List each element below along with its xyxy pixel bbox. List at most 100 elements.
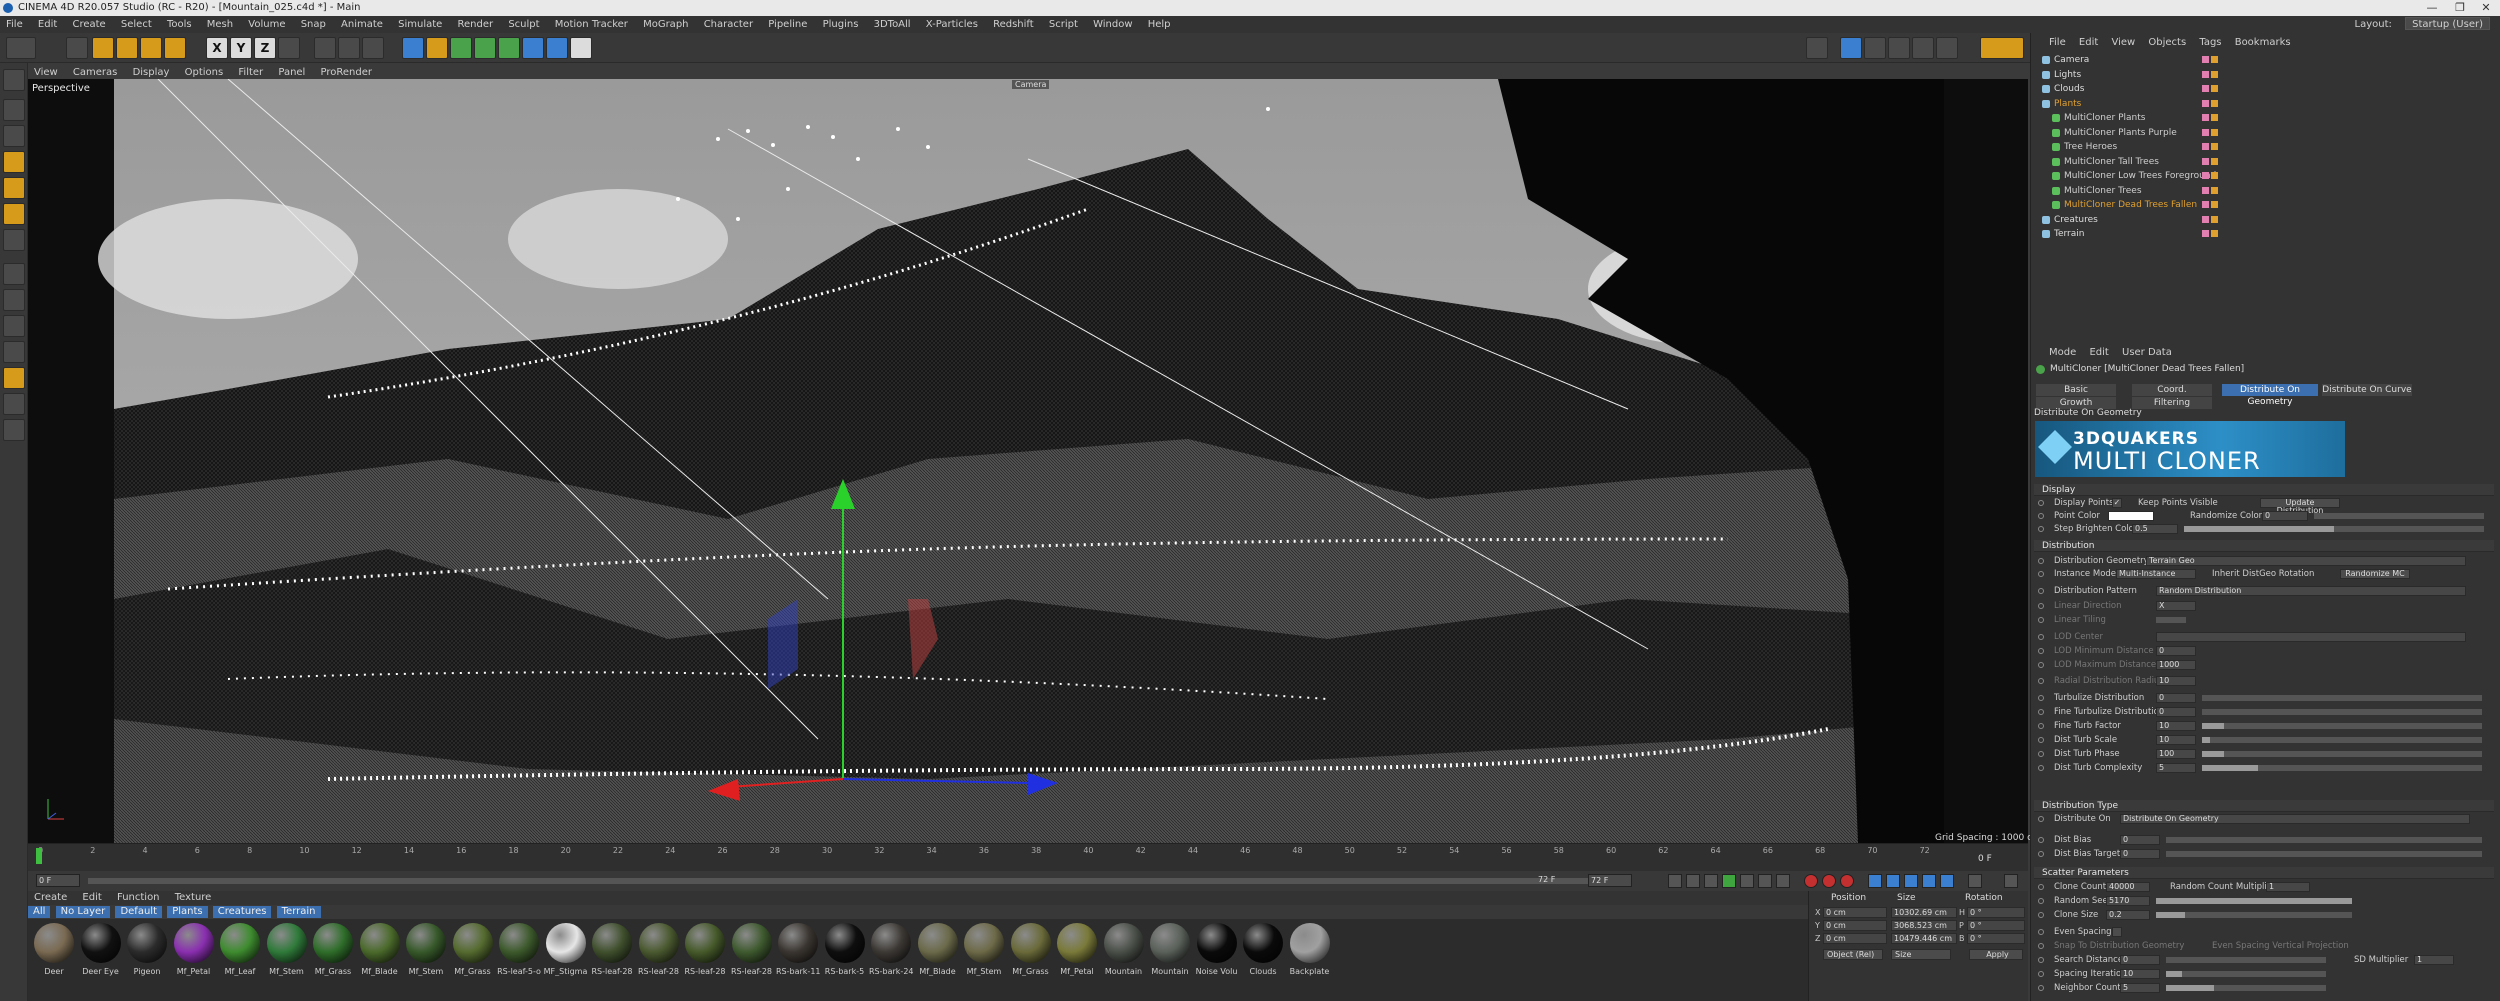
randomize-mc-button[interactable]: Randomize MC bbox=[2340, 569, 2410, 579]
visibility-dot-icon[interactable] bbox=[2211, 99, 2218, 107]
object-row[interactable]: MultiCloner Plants Purple bbox=[2034, 126, 2484, 140]
object-row[interactable]: Camera bbox=[2034, 53, 2484, 67]
fine-turb-factor-field[interactable]: 10 bbox=[2156, 721, 2196, 731]
z-axis-lock-icon[interactable]: Z bbox=[254, 37, 276, 59]
menu-3dtoall[interactable]: 3DToAll bbox=[868, 16, 917, 33]
material-item[interactable]: Mf_Stem bbox=[404, 923, 448, 983]
material-item[interactable]: Mf_Grass bbox=[311, 923, 355, 983]
step-brighten-field[interactable]: 0.5 bbox=[2132, 524, 2178, 534]
object-name[interactable]: MultiCloner Plants Purple bbox=[2064, 126, 2177, 140]
distribution-geometry-field[interactable]: Terrain Geo bbox=[2146, 556, 2466, 566]
quantize-icon[interactable] bbox=[1888, 37, 1910, 59]
parameter-key-icon[interactable] bbox=[1922, 874, 1936, 888]
viewport-solo-icon[interactable] bbox=[3, 315, 25, 337]
object-name[interactable]: MultiCloner Low Trees Foreground bbox=[2064, 169, 2216, 183]
layer-color-swatch[interactable] bbox=[2202, 186, 2209, 194]
spacing-iterations-slider[interactable] bbox=[2166, 971, 2326, 977]
object-name[interactable]: MultiCloner Dead Trees Fallen bbox=[2064, 198, 2197, 212]
layer-color-swatch[interactable] bbox=[2202, 70, 2209, 78]
visibility-dot-icon[interactable] bbox=[2211, 186, 2218, 194]
menu-select[interactable]: Select bbox=[115, 16, 158, 33]
enable-axis-icon[interactable] bbox=[3, 263, 25, 285]
render-picture-viewer-icon[interactable] bbox=[338, 37, 360, 59]
object-row[interactable]: MultiCloner Dead Trees Fallen bbox=[2034, 198, 2484, 212]
go-to-start-icon[interactable] bbox=[1668, 874, 1682, 888]
dist-turb-scale-field[interactable]: 10 bbox=[2156, 735, 2196, 745]
menu-plugins[interactable]: Plugins bbox=[817, 16, 865, 33]
tab-coord[interactable]: Coord. bbox=[2132, 384, 2212, 396]
material-item[interactable]: RS-bark-11 bbox=[776, 923, 820, 983]
layer-color-swatch[interactable] bbox=[2202, 99, 2209, 107]
clone-size-slider[interactable] bbox=[2156, 912, 2352, 918]
size-mode-select[interactable]: Size bbox=[1891, 949, 1951, 960]
search-distance-slider[interactable] bbox=[2166, 957, 2326, 963]
fine-turbulize-field[interactable]: 0 bbox=[2156, 707, 2196, 717]
dist-bias-slider[interactable] bbox=[2166, 837, 2482, 843]
object-name[interactable]: MultiCloner Plants bbox=[2064, 111, 2145, 125]
layer-color-swatch[interactable] bbox=[2202, 114, 2209, 121]
size-y-field[interactable]: 3068.523 cm bbox=[1891, 920, 1957, 931]
coordinate-mode-select[interactable]: Object (Rel) bbox=[1823, 949, 1883, 960]
dist-bias-target-field[interactable]: 0 bbox=[2120, 849, 2160, 859]
next-frame-icon[interactable] bbox=[1740, 874, 1754, 888]
visibility-dot-icon[interactable] bbox=[2211, 85, 2218, 92]
locked-workplane-icon[interactable] bbox=[3, 393, 25, 415]
object-row[interactable]: Creatures bbox=[2034, 213, 2484, 227]
layout-select[interactable]: Startup (User) bbox=[2405, 17, 2490, 30]
menu-x-particles[interactable]: X-Particles bbox=[920, 16, 984, 33]
next-key-icon[interactable] bbox=[1758, 874, 1772, 888]
objects-menu-objects[interactable]: Objects bbox=[2143, 36, 2191, 50]
play-icon[interactable] bbox=[1722, 874, 1736, 888]
distribution-type-section-header[interactable]: Distribution Type bbox=[2034, 800, 2494, 812]
material-item[interactable]: RS-leaf-28 bbox=[730, 923, 774, 983]
menu-window[interactable]: Window bbox=[1087, 16, 1138, 33]
material-item[interactable]: Mf_Leaf bbox=[218, 923, 262, 983]
turbulize-field[interactable]: 0 bbox=[2156, 693, 2196, 703]
distribute-on-select[interactable]: Distribute On Geometry bbox=[2120, 814, 2470, 824]
filter-plants[interactable]: Plants bbox=[167, 906, 208, 918]
menu-mesh[interactable]: Mesh bbox=[201, 16, 239, 33]
menu-volume[interactable]: Volume bbox=[242, 16, 291, 33]
layer-color-swatch[interactable] bbox=[2202, 230, 2209, 237]
distribution-pattern-select[interactable]: Random Distribution bbox=[2156, 586, 2466, 596]
object-row[interactable]: MultiCloner Plants bbox=[2034, 111, 2484, 125]
menu-file[interactable]: File bbox=[0, 16, 29, 33]
timeline-layout-icon[interactable] bbox=[2004, 874, 2018, 888]
cube-icon[interactable] bbox=[402, 37, 424, 59]
dist-turb-complexity-slider[interactable] bbox=[2202, 765, 2482, 771]
turbulize-slider[interactable] bbox=[2202, 695, 2482, 701]
lod-max-distance-field[interactable]: 1000 bbox=[2156, 660, 2196, 670]
material-item[interactable]: RS-leaf-28 bbox=[590, 923, 634, 983]
random-seed-field[interactable]: 5170 bbox=[2106, 896, 2150, 906]
material-item[interactable]: Clouds bbox=[1241, 923, 1285, 983]
linear-direction-field[interactable]: X bbox=[2156, 601, 2196, 611]
lod-min-distance-field[interactable]: 0 bbox=[2156, 646, 2196, 656]
menu-snap[interactable]: Snap bbox=[295, 16, 332, 33]
viewport-menu-display[interactable]: Display bbox=[127, 66, 176, 79]
rotate-tool-icon[interactable] bbox=[140, 37, 162, 59]
random-seed-slider[interactable] bbox=[2156, 898, 2352, 904]
rotation-b-field[interactable]: 0 ° bbox=[1967, 933, 2025, 944]
tab-filtering[interactable]: Filtering bbox=[2132, 397, 2212, 409]
search-distance-field[interactable]: 0 bbox=[2120, 955, 2160, 965]
position-y-field[interactable]: 0 cm bbox=[1823, 920, 1887, 931]
layer-color-swatch[interactable] bbox=[2202, 201, 2209, 208]
visibility-dot-icon[interactable] bbox=[2211, 157, 2218, 165]
menu-simulate[interactable]: Simulate bbox=[392, 16, 448, 33]
layer-color-swatch[interactable] bbox=[2202, 85, 2209, 92]
visibility-dot-icon[interactable] bbox=[2211, 114, 2218, 121]
object-row[interactable]: Terrain bbox=[2034, 227, 2484, 241]
visibility-dot-icon[interactable] bbox=[2211, 143, 2218, 150]
visibility-dot-icon[interactable] bbox=[2211, 172, 2218, 179]
viewport-menu-cameras[interactable]: Cameras bbox=[67, 66, 123, 79]
light-icon[interactable] bbox=[570, 37, 592, 59]
menu-pipeline[interactable]: Pipeline bbox=[762, 16, 813, 33]
menu-render[interactable]: Render bbox=[452, 16, 500, 33]
object-name[interactable]: Lights bbox=[2054, 68, 2081, 82]
tweak-mode-icon[interactable] bbox=[3, 289, 25, 311]
points-mode-icon[interactable] bbox=[3, 151, 25, 173]
workplane-icon[interactable] bbox=[1840, 37, 1862, 59]
dist-turb-phase-slider[interactable] bbox=[2202, 751, 2482, 757]
autokey-icon[interactable] bbox=[1822, 874, 1836, 888]
cloner-icon[interactable] bbox=[474, 37, 496, 59]
